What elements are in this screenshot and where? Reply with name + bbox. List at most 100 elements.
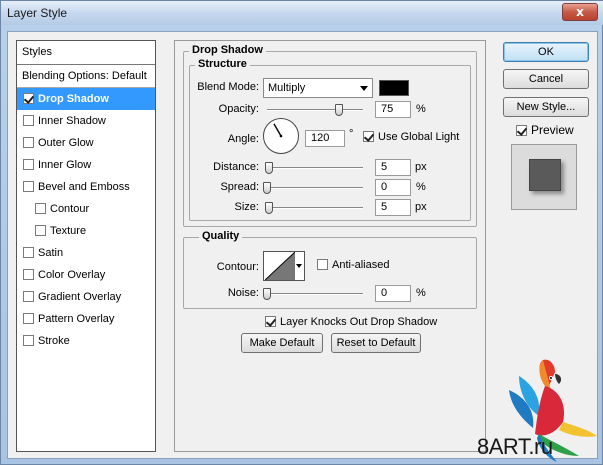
anti-aliased-checkbox[interactable]: Anti-aliased [317, 259, 389, 271]
styles-list: Styles Blending Options: Default Drop Sh… [16, 40, 156, 452]
style-items: Drop Shadow Inner Shadow Outer Glow Inner G… [17, 88, 155, 352]
style-item-checkbox[interactable] [23, 335, 34, 346]
style-item-gradient-overlay[interactable]: Gradient Overlay [17, 286, 155, 308]
layer-knocks-out-checkbox[interactable]: Layer Knocks Out Drop Shadow [265, 316, 437, 328]
layer-style-window: Layer Style x Styles Blending Options: D… [0, 0, 603, 465]
use-global-light-check[interactable] [363, 131, 374, 142]
drop-shadow-panel: Drop Shadow Structure Blend Mode: Multip… [174, 40, 486, 452]
cancel-button[interactable]: Cancel [503, 69, 589, 89]
style-item-bevel-and-emboss[interactable]: Bevel and Emboss [17, 176, 155, 198]
structure-title: Structure [195, 58, 250, 70]
style-item-outer-glow[interactable]: Outer Glow [17, 132, 155, 154]
use-global-light-label: Use Global Light [378, 131, 460, 143]
use-global-light-checkbox[interactable]: Use Global Light [363, 131, 459, 143]
layer-knocks-out-label: Layer Knocks Out Drop Shadow [280, 316, 438, 328]
spread-unit: % [416, 181, 426, 193]
style-item-checkbox[interactable] [35, 203, 46, 214]
size-unit: px [415, 201, 427, 213]
style-item-pattern-overlay[interactable]: Pattern Overlay [17, 308, 155, 330]
style-item-checkbox[interactable] [23, 247, 34, 258]
styles-header[interactable]: Styles [17, 41, 155, 65]
style-item-inner-glow[interactable]: Inner Glow [17, 154, 155, 176]
preview-checkbox[interactable]: Preview [516, 123, 574, 137]
close-icon: x [576, 5, 584, 19]
noise-slider-track[interactable] [267, 293, 363, 295]
shadow-color-swatch[interactable] [379, 80, 409, 96]
opacity-slider-thumb[interactable] [335, 104, 343, 116]
contour-label: Contour: [216, 261, 259, 273]
contour-linear-icon [265, 252, 295, 280]
style-item-checkbox[interactable] [23, 291, 34, 302]
close-button[interactable]: x [562, 3, 598, 21]
distance-label: Distance: [213, 161, 259, 173]
preview-check[interactable] [516, 125, 527, 136]
reset-to-default-button[interactable]: Reset to Default [331, 333, 421, 353]
ok-button[interactable]: OK [503, 42, 589, 62]
style-item-label: Inner Glow [38, 159, 92, 171]
drop-shadow-title: Drop Shadow [189, 44, 266, 56]
style-item-checkbox[interactable] [23, 313, 34, 324]
size-slider-track[interactable] [267, 207, 363, 209]
style-item-contour[interactable]: Contour [17, 198, 155, 220]
angle-unit: ° [349, 128, 354, 140]
style-item-checkbox[interactable] [23, 93, 34, 104]
spread-slider-thumb[interactable] [263, 182, 271, 194]
blend-mode-label: Blend Mode: [197, 81, 259, 93]
distance-slider-thumb[interactable] [264, 162, 273, 174]
style-item-label: Stroke [38, 335, 70, 347]
spread-label: Spread: [220, 181, 259, 193]
blend-mode-select[interactable]: Multiply [263, 78, 373, 98]
style-item-checkbox[interactable] [23, 269, 34, 280]
angle-dial-icon [273, 123, 283, 138]
opacity-slider-track[interactable] [267, 109, 363, 111]
size-slider-thumb[interactable] [264, 202, 273, 214]
style-item-checkbox[interactable] [35, 225, 46, 236]
style-item-satin[interactable]: Satin [17, 242, 155, 264]
quality-title: Quality [199, 230, 243, 242]
style-item-inner-shadow[interactable]: Inner Shadow [17, 110, 155, 132]
preview-label: Preview [531, 123, 574, 137]
style-item-label: Texture [50, 225, 87, 237]
window-title: Layer Style [7, 6, 68, 20]
blend-mode-value: Multiply [268, 82, 306, 94]
anti-aliased-check[interactable] [317, 259, 328, 270]
angle-label: Angle: [227, 133, 259, 145]
spread-slider-track[interactable] [267, 187, 363, 189]
contour-picker[interactable] [263, 251, 305, 281]
style-item-stroke[interactable]: Stroke [17, 330, 155, 352]
style-item-texture[interactable]: Texture [17, 220, 155, 242]
spread-input[interactable]: 0 [375, 179, 411, 196]
noise-unit: % [416, 287, 426, 299]
title-bar[interactable]: Layer Style x [1, 1, 603, 25]
opacity-input[interactable]: 75 [375, 101, 411, 118]
style-item-checkbox[interactable] [23, 159, 34, 170]
style-preview [511, 144, 577, 210]
watermark-text: 8ART.ru [477, 434, 553, 459]
noise-slider-thumb[interactable] [263, 288, 271, 300]
style-item-label: Pattern Overlay [38, 313, 115, 325]
preview-swatch [529, 159, 561, 191]
style-item-drop-shadow[interactable]: Drop Shadow [17, 88, 155, 110]
style-item-label: Outer Glow [38, 137, 94, 149]
noise-label: Noise: [227, 287, 259, 299]
distance-slider-track[interactable] [267, 167, 363, 169]
size-input[interactable]: 5 [375, 199, 411, 216]
opacity-label: Opacity: [218, 103, 259, 115]
anti-aliased-label: Anti-aliased [332, 259, 390, 271]
style-item-checkbox[interactable] [23, 137, 34, 148]
noise-input[interactable]: 0 [375, 285, 411, 302]
new-style-button[interactable]: New Style... [503, 97, 589, 117]
blending-options-item[interactable]: Blending Options: Default [17, 65, 155, 88]
chevron-down-icon [296, 264, 302, 268]
layer-knocks-out-check[interactable] [265, 316, 276, 327]
style-item-checkbox[interactable] [23, 115, 34, 126]
style-item-color-overlay[interactable]: Color Overlay [17, 264, 155, 286]
angle-dial[interactable] [263, 118, 299, 154]
make-default-button[interactable]: Make Default [241, 333, 323, 353]
style-item-checkbox[interactable] [23, 181, 34, 192]
opacity-unit: % [416, 103, 426, 115]
distance-input[interactable]: 5 [375, 159, 411, 176]
angle-input[interactable]: 120 [305, 130, 345, 147]
style-item-label: Drop Shadow [38, 93, 109, 105]
distance-unit: px [415, 161, 427, 173]
